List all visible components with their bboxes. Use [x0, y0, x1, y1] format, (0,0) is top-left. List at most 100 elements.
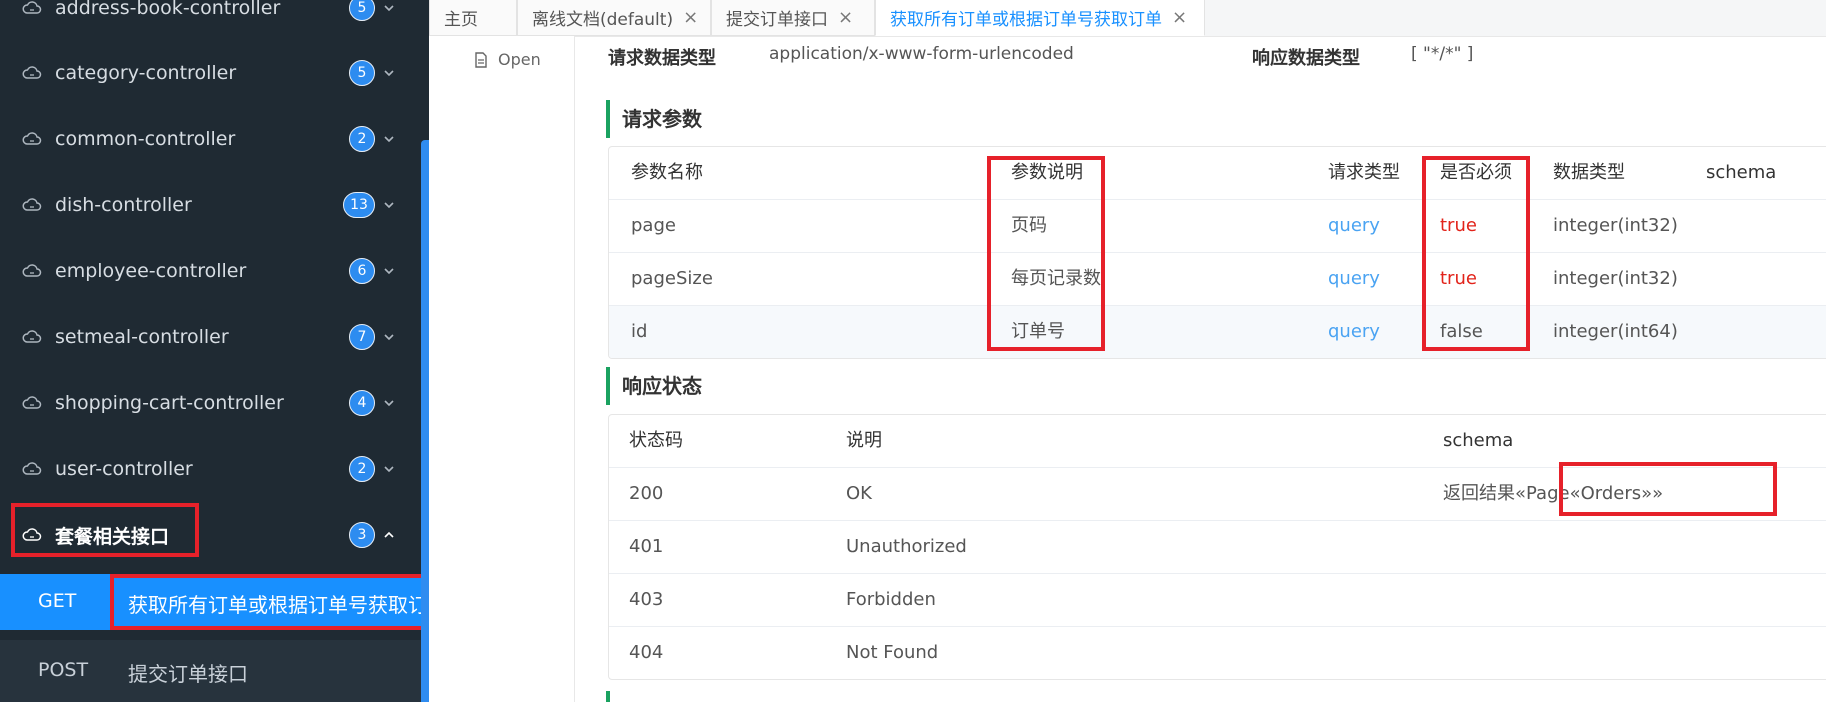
tab-label: 获取所有订单或根据订单号获取订单 — [890, 10, 1162, 30]
param-name: id — [631, 321, 648, 342]
document-icon — [475, 51, 487, 68]
close-icon[interactable]: × — [838, 7, 853, 28]
response-type-label: 响应数据类型 — [1252, 48, 1360, 69]
close-icon[interactable]: × — [1172, 7, 1187, 28]
request-type-value: application/x-www-form-urlencoded — [769, 44, 1074, 64]
status-code: 404 — [629, 642, 664, 663]
sidebar-item-common-controller[interactable]: common-controller 2 — [0, 106, 421, 172]
tab-home[interactable]: 主页 — [429, 0, 517, 36]
param-in: query — [1328, 215, 1380, 236]
status-desc: Not Found — [846, 642, 939, 663]
cloud-icon — [22, 264, 42, 277]
param-type: integer(int32) — [1553, 268, 1678, 289]
count-badge: 4 — [349, 390, 375, 416]
sidebar-item-label: common-controller — [55, 128, 236, 150]
chevron-down-icon — [384, 400, 394, 407]
table-row: 403 Forbidden — [609, 574, 1826, 627]
cloud-icon — [22, 198, 42, 211]
responses-table: 状态码 说明 schema 200 OK 返回结果«Page«Orders»» … — [608, 414, 1826, 680]
chevron-down-icon — [384, 5, 394, 12]
param-type: integer(int32) — [1553, 215, 1678, 236]
column-header: schema — [1706, 162, 1777, 183]
table-header: 状态码 说明 schema — [609, 415, 1826, 468]
params-table: 参数名称 参数说明 请求类型 是否必须 数据类型 schema page 页码 … — [608, 146, 1826, 359]
status-desc: OK — [846, 483, 872, 504]
api-label: 提交订单接口 — [128, 662, 248, 686]
param-type: integer(int64) — [1553, 321, 1678, 342]
count-badge: 7 — [349, 324, 375, 350]
column-header: 数据类型 — [1553, 162, 1625, 183]
count-badge: 5 — [349, 0, 375, 21]
sidebar-item-category-controller[interactable]: category-controller 5 — [0, 40, 421, 106]
count-badge: 3 — [349, 522, 375, 548]
chevron-down-icon — [384, 136, 394, 143]
sidebar-item-dish-controller[interactable]: dish-controller 13 — [0, 172, 421, 238]
chevron-down-icon — [384, 70, 394, 77]
highlight-box — [110, 574, 427, 630]
sidebar-item-label: employee-controller — [55, 260, 247, 282]
param-name: pageSize — [631, 268, 713, 289]
highlight-box — [11, 503, 199, 557]
api-item-submit-order[interactable]: POST 提交订单接口 — [0, 640, 421, 702]
param-name: page — [631, 215, 676, 236]
chevron-up-icon — [384, 531, 394, 538]
request-type-label: 请求数据类型 — [608, 48, 716, 69]
status-code: 200 — [629, 483, 664, 504]
sidebar-item-setmeal-controller[interactable]: setmeal-controller 7 — [0, 304, 421, 370]
column-header: 参数名称 — [631, 162, 703, 183]
table-row: page 页码 query true integer(int32) — [609, 200, 1826, 253]
tab-label: 主页 — [444, 10, 478, 30]
column-header: 说明 — [846, 430, 882, 451]
sidebar-item-user-controller[interactable]: user-controller 2 — [0, 436, 421, 502]
tab-label: 离线文档(default) — [532, 10, 674, 30]
open-button[interactable]: Open — [474, 50, 541, 69]
main-area: 主页 离线文档(default) × 提交订单接口 × 获取所有订单或根据订单号… — [429, 0, 1826, 702]
count-badge: 5 — [349, 60, 375, 86]
table-row: pageSize 每页记录数 query true integer(int32) — [609, 253, 1826, 306]
section-title-responses: 响应状态 — [606, 367, 702, 405]
table-row: 404 Not Found — [609, 627, 1826, 679]
tab-submit-order[interactable]: 提交订单接口 × — [711, 0, 875, 36]
status-code: 401 — [629, 536, 664, 557]
status-desc: Forbidden — [846, 589, 936, 610]
tab-label: 提交订单接口 — [726, 10, 828, 30]
http-method: GET — [38, 590, 77, 612]
cloud-icon — [22, 66, 42, 79]
highlight-box — [987, 156, 1105, 351]
left-panel: Open — [429, 36, 575, 702]
section-marker — [606, 691, 610, 702]
chevron-down-icon — [384, 268, 394, 275]
column-header: 状态码 — [629, 430, 683, 451]
tab-get-orders[interactable]: 获取所有订单或根据订单号获取订单 × — [875, 0, 1205, 36]
status-desc: Unauthorized — [846, 536, 967, 557]
sidebar-item-shopping-cart-controller[interactable]: shopping-cart-controller 4 — [0, 370, 421, 436]
cloud-icon — [22, 330, 42, 343]
sidebar-item-label: user-controller — [55, 458, 193, 480]
highlight-box — [1422, 156, 1530, 351]
section-title-params: 请求参数 — [606, 100, 702, 138]
sidebar-item-label: dish-controller — [55, 194, 192, 216]
sidebar-item-address-book-controller[interactable]: address-book-controller 5 — [0, 0, 421, 41]
column-header: schema — [1443, 430, 1514, 451]
tab-offline-docs[interactable]: 离线文档(default) × — [517, 0, 711, 36]
sidebar-item-label: setmeal-controller — [55, 326, 229, 348]
api-detail: 请求数据类型 application/x-www-form-urlencoded… — [575, 36, 1826, 702]
status-code: 403 — [629, 589, 664, 610]
sidebar-item-employee-controller[interactable]: employee-controller 6 — [0, 238, 421, 304]
cloud-icon — [22, 396, 42, 409]
chevron-down-icon — [384, 466, 394, 473]
param-in: query — [1328, 321, 1380, 342]
cloud-icon — [22, 1, 42, 14]
cloud-icon — [22, 462, 42, 475]
table-row: 401 Unauthorized — [609, 521, 1826, 574]
sidebar-item-label: category-controller — [55, 62, 237, 84]
count-badge: 2 — [349, 126, 375, 152]
sidebar-scrollbar[interactable] — [421, 140, 429, 702]
count-badge: 6 — [349, 258, 375, 284]
chevron-down-icon — [384, 202, 394, 209]
count-badge: 13 — [343, 192, 375, 218]
tab-bar: 主页 离线文档(default) × 提交订单接口 × 获取所有订单或根据订单号… — [429, 0, 1826, 37]
http-method: POST — [38, 659, 89, 681]
chevron-down-icon — [384, 334, 394, 341]
close-icon[interactable]: × — [683, 7, 698, 28]
